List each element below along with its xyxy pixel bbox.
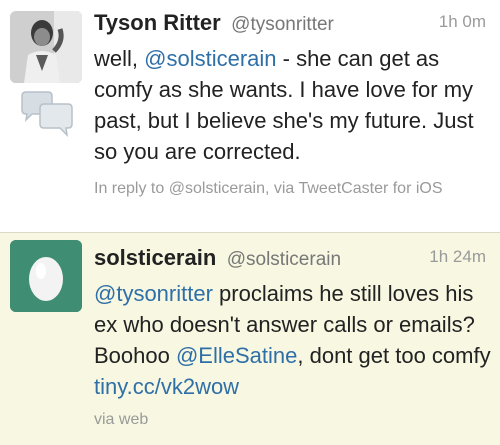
tweet-header: solsticerain @solsticerain 1h 24m <box>94 245 486 273</box>
user-handle[interactable]: @solsticerain <box>227 249 341 270</box>
user-handle[interactable]: @tysonritter <box>231 14 334 35</box>
mention-link[interactable]: @ElleSatine <box>176 343 297 368</box>
display-name[interactable]: Tyson Ritter <box>94 10 221 35</box>
display-name[interactable]: solsticerain <box>94 245 216 270</box>
tweet-text: well, @solsticerain - she can get as com… <box>94 43 498 167</box>
tweet-text: @tysonritter proclaims he still loves hi… <box>94 278 498 402</box>
url-link[interactable]: tiny.cc/vk2wow <box>94 374 239 399</box>
mention-link[interactable]: @solsticerain <box>144 46 276 71</box>
tweet-header: Tyson Ritter @tysonritter 1h 0m <box>94 10 486 38</box>
avatar[interactable] <box>10 11 82 83</box>
avatar[interactable] <box>10 240 82 312</box>
tweet-timestamp: 1h 24m <box>429 247 486 266</box>
tweet-meta: via web <box>94 411 149 428</box>
tweet-meta: In reply to @solsticerain, via TweetCast… <box>94 180 443 197</box>
mention-link[interactable]: @tysonritter <box>94 281 213 306</box>
tweet-text-segment: well, <box>94 46 145 71</box>
tweet-text-segment: , dont get too comfy <box>297 343 491 368</box>
avatar-photo-graphic <box>10 11 82 83</box>
default-egg-avatar-icon <box>10 240 82 312</box>
conversation-bubbles-icon[interactable] <box>18 90 76 138</box>
tweet-item[interactable]: Tyson Ritter @tysonritter 1h 0m well, @s… <box>0 0 500 232</box>
tweet-timestamp: 1h 0m <box>438 12 486 31</box>
